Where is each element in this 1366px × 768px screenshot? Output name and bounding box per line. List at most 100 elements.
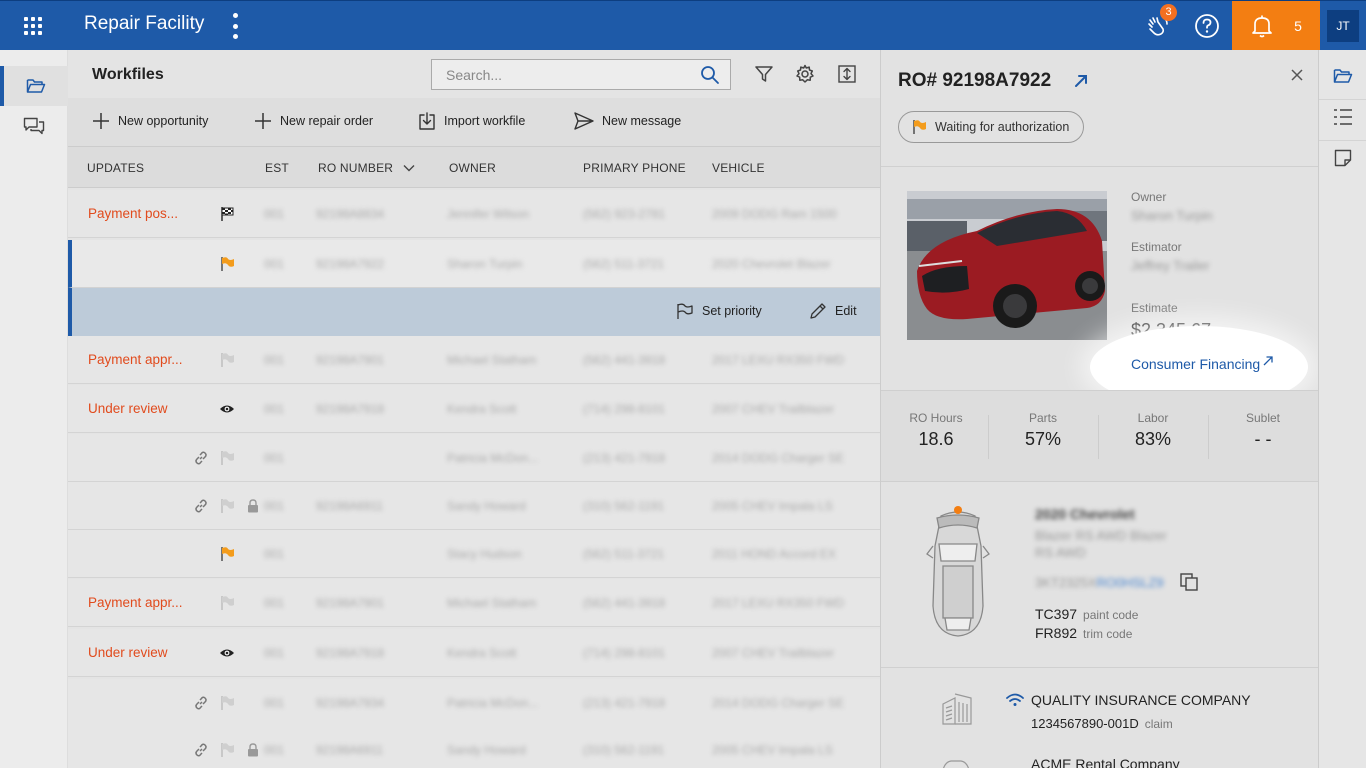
top-bar: Repair Facility 3 5 JT [0, 0, 1366, 50]
vehicle-subtitle-1: Blazer RS AWD Blazer [1035, 528, 1167, 543]
paint-code-label: paint code [1083, 608, 1139, 622]
col-updates[interactable]: UPDATES [87, 161, 144, 175]
row-phone: (562) 511-3721 [583, 257, 665, 271]
row-est: 001 [264, 402, 285, 416]
row-ro: 92198A7918 [316, 646, 385, 660]
close-icon[interactable] [1290, 68, 1304, 82]
search-input[interactable] [432, 60, 682, 89]
row-update: Payment appr... [88, 352, 183, 367]
plus-icon [93, 113, 109, 129]
row-phone: (714) 298-8101 [583, 646, 666, 660]
bell-icon [1252, 15, 1272, 37]
metric-value: - - [1254, 429, 1272, 449]
table-row-selected[interactable]: 001 92198A7922 Sharon Turpin (562) 511-3… [68, 240, 880, 288]
table-row[interactable]: Payment pos... 001 92198A8834 Jennifer W… [68, 190, 880, 238]
workfiles-header: Workfiles [68, 50, 880, 98]
flag-gray-icon [218, 594, 236, 612]
vehicle-photo [907, 191, 1107, 340]
table-row[interactable]: 001 92198A6911 Sandy Howard (310) 562-11… [68, 482, 880, 530]
table-row[interactable]: Under review 001 92198A7918 Kendra Scott… [68, 385, 880, 433]
plus-icon [255, 113, 271, 129]
col-owner[interactable]: OWNER [449, 161, 496, 175]
col-primary-phone[interactable]: PRIMARY PHONE [583, 161, 686, 175]
status-pill[interactable]: Waiting for authorization [898, 111, 1085, 143]
row-owner: Stacy Hudson [447, 547, 522, 561]
row-density-button[interactable] [836, 63, 858, 85]
more-menu-icon[interactable] [232, 13, 238, 39]
row-update: Under review [88, 645, 168, 660]
workfiles-title: Workfiles [92, 66, 164, 83]
new-repair-order-button[interactable]: New repair order [254, 112, 373, 130]
table-row[interactable]: 001 92198A6911 Sandy Howard (310) 562-11… [68, 726, 880, 768]
row-phone: (714) 298-8101 [583, 402, 666, 416]
flag-gray-icon [218, 694, 236, 712]
new-message-button[interactable]: New message [574, 112, 681, 130]
metric-labor: Labor 83% [1098, 411, 1208, 450]
row-est: 001 [264, 596, 285, 610]
row-owner: Michael Statham [447, 596, 537, 610]
table-row[interactable]: Payment appr... 001 92198A7901 Michael S… [68, 336, 880, 384]
expand-vertical-icon [838, 65, 856, 83]
gear-icon [796, 64, 814, 83]
row-owner: Sharon Turpin [447, 257, 523, 271]
row-ro: 92198A7901 [316, 596, 385, 610]
filter-button[interactable] [753, 63, 775, 85]
vehicle-subtitle-2: RS AWD [1035, 545, 1086, 560]
col-ro-number[interactable]: RO NUMBER [318, 161, 415, 175]
consumer-financing-link[interactable]: Consumer Financing [1131, 356, 1273, 372]
checkered-flag-icon [218, 205, 236, 223]
row-ro: 92198A6911 [316, 499, 384, 513]
row-est: 001 [264, 547, 285, 561]
nav-messages[interactable] [0, 106, 68, 146]
chat-bubbles-icon [23, 117, 45, 135]
search-icon[interactable] [700, 65, 720, 85]
flag-gray-icon [218, 351, 236, 369]
row-phone: (562) 441-3918 [583, 353, 666, 367]
row-phone: (310) 562-1191 [583, 743, 665, 757]
col-est[interactable]: EST [265, 161, 289, 175]
table-row[interactable]: 001 Stacy Hudson (562) 511-3721 2011 HON… [68, 530, 880, 578]
open-external-icon[interactable] [1074, 74, 1088, 88]
table-row[interactable]: 001 Patricia McDon... (213) 421-7918 201… [68, 434, 880, 482]
apps-grid-icon[interactable] [22, 15, 44, 37]
row-est: 001 [264, 696, 285, 710]
flag-gray-icon [218, 741, 236, 759]
copy-icon[interactable] [1179, 572, 1199, 592]
col-vehicle[interactable]: VEHICLE [712, 161, 765, 175]
metric-label: Parts [1028, 411, 1057, 425]
help-button[interactable] [1182, 1, 1232, 50]
external-link-icon [1263, 356, 1273, 366]
new-opportunity-button[interactable]: New opportunity [92, 112, 208, 130]
rail-notes[interactable] [1319, 134, 1366, 182]
wifi-connected-icon [1006, 693, 1024, 706]
user-avatar[interactable]: JT [1327, 9, 1359, 42]
table-row[interactable]: Payment appr... 001 92198A7901 Michael S… [68, 579, 880, 627]
workfiles-panel: Workfiles Search... New opportunity New … [68, 50, 880, 768]
row-vehicle: 2017 LEXU RX350 FWD [712, 353, 845, 367]
row-vehicle: 2005 CHEV Impala LS [712, 499, 833, 513]
metric-value: 83% [1134, 429, 1172, 449]
table-row[interactable]: 001 92198A7934 Patricia McDon... (213) 4… [68, 679, 880, 727]
settings-button[interactable] [794, 63, 816, 85]
building-icon [942, 693, 972, 725]
lock-icon [244, 497, 262, 515]
nav-workfiles[interactable] [0, 66, 68, 106]
claim-number-value: 1234567890-001D [1031, 716, 1139, 731]
row-vehicle: 2020 Chevrolet Blazer [712, 257, 831, 271]
vin-suffix: RO0HSLZ9 [1096, 575, 1164, 590]
hand-button[interactable]: 3 [1132, 1, 1182, 50]
row-est: 001 [264, 353, 285, 367]
notifications-button[interactable]: 5 [1232, 1, 1320, 50]
row-vehicle: 2007 CHEV Trailblazer [712, 646, 835, 660]
set-priority-button[interactable]: Set priority [676, 302, 762, 320]
estimator-label: Estimator [1131, 240, 1182, 254]
row-est: 001 [264, 257, 285, 271]
right-tool-rail [1318, 50, 1366, 768]
list-icon [1334, 108, 1352, 125]
import-workfile-button[interactable]: Import workfile [418, 112, 525, 130]
table-row[interactable]: Under review 001 92198A7918 Kendra Scott… [68, 629, 880, 677]
flag-outline-icon [677, 303, 693, 319]
edit-button[interactable]: Edit [809, 302, 857, 320]
vin-prefix: 3KT2325X [1035, 575, 1097, 590]
row-phone: (213) 421-7918 [583, 696, 666, 710]
